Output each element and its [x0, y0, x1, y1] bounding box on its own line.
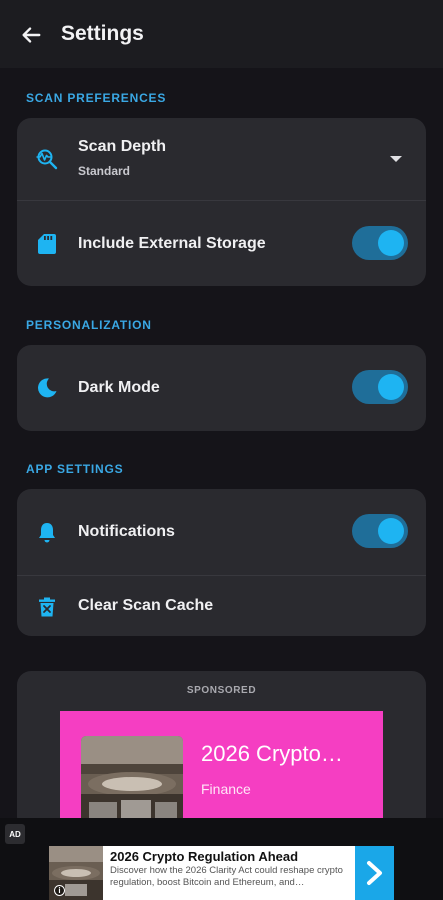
- sponsored-card[interactable]: SPONSORED 2026 Crypto… Finance: [17, 671, 426, 831]
- arrow-left-icon: [22, 27, 41, 43]
- sponsored-category: Finance: [201, 781, 251, 797]
- clear-cache-row[interactable]: Clear Scan Cache: [17, 575, 426, 636]
- sponsored-media[interactable]: 2026 Crypto… Finance: [60, 711, 383, 831]
- chevron-down-icon: [390, 156, 402, 162]
- notifications-toggle[interactable]: [352, 514, 408, 548]
- back-button[interactable]: [16, 20, 46, 50]
- scan-depth-label: Scan Depth: [78, 138, 167, 155]
- sponsored-headline: 2026 Crypto…: [201, 741, 343, 766]
- banner-ad[interactable]: i 2026 Crypto Regulation Ahead Discover …: [49, 846, 394, 900]
- app-bar: Settings: [0, 0, 443, 68]
- external-storage-label: Include External Storage: [78, 235, 266, 252]
- trash-icon: [35, 595, 59, 619]
- section-label-scan-preferences: SCAN PREFERENCES: [26, 91, 167, 105]
- toggle-knob: [378, 230, 404, 256]
- sd-card-icon: [35, 232, 59, 256]
- ad-info-icon[interactable]: i: [54, 885, 65, 896]
- scan-depth-row[interactable]: Scan Depth Standard: [17, 118, 426, 200]
- dark-mode-label: Dark Mode: [78, 379, 160, 396]
- page-title: Settings: [61, 22, 144, 45]
- scan-search-icon: [35, 147, 59, 171]
- banner-cta-button[interactable]: [355, 846, 394, 900]
- notifications-label: Notifications: [78, 523, 175, 540]
- banner-ad-container: AD i 2026 Crypto Regulation Ahead Discov…: [0, 818, 443, 900]
- scan-depth-value: Standard: [78, 164, 131, 178]
- scan-preferences-card: Scan Depth Standard Include External Sto…: [17, 118, 426, 286]
- section-label-app-settings: APP SETTINGS: [26, 462, 124, 476]
- section-label-personalization: PERSONALIZATION: [26, 318, 152, 332]
- chevron-right-icon: [366, 861, 382, 885]
- sponsored-label: SPONSORED: [186, 685, 257, 696]
- sponsored-thumbnail: [81, 736, 183, 831]
- moon-icon: [35, 376, 59, 400]
- toggle-knob: [378, 374, 404, 400]
- external-storage-row[interactable]: Include External Storage: [17, 200, 426, 286]
- banner-description: Discover how the 2026 Clarity Act could …: [110, 865, 343, 888]
- external-storage-toggle[interactable]: [352, 226, 408, 260]
- notifications-row[interactable]: Notifications: [17, 489, 426, 575]
- toggle-knob: [378, 518, 404, 544]
- personalization-card: Dark Mode: [17, 345, 426, 431]
- ad-badge: AD: [5, 824, 25, 844]
- dark-mode-row[interactable]: Dark Mode: [17, 345, 426, 431]
- app-settings-card: Notifications Clear Scan Cache: [17, 489, 426, 636]
- bell-icon: [35, 520, 59, 544]
- clear-cache-label: Clear Scan Cache: [78, 597, 214, 614]
- dark-mode-toggle[interactable]: [352, 370, 408, 404]
- banner-title: 2026 Crypto Regulation Ahead: [110, 849, 299, 864]
